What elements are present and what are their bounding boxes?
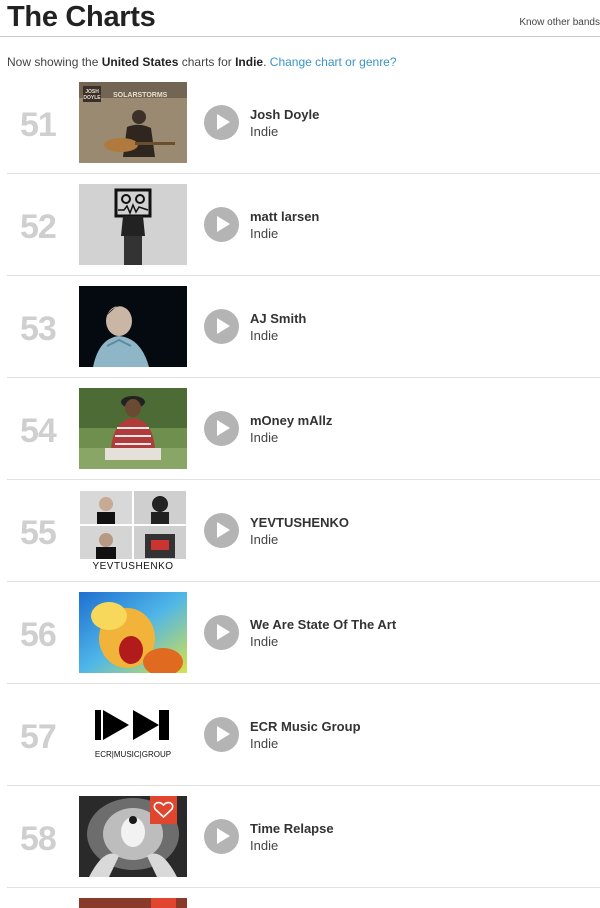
chart-list: 51 JOSH DOYLE SOLARSTORMS Josh Doyle Ind…	[7, 72, 600, 888]
play-button[interactable]	[204, 717, 239, 752]
artist-genre: Indie	[250, 226, 279, 241]
chart-row: 57 ECR|MUSIC|GROUP ECR Music Group Indie	[7, 684, 600, 786]
artist-genre: Indie	[250, 736, 279, 751]
know-other-bands-link[interactable]: Know other bands	[519, 17, 600, 28]
rank-number: 58	[20, 820, 57, 858]
thumb-text: ECR|MUSIC|GROUP	[95, 750, 171, 759]
artist-name[interactable]: We Are State Of The Art	[250, 617, 396, 632]
artist-thumbnail[interactable]: ECR|MUSIC|GROUP	[79, 694, 187, 775]
artist-thumbnail[interactable]	[79, 286, 187, 367]
artist-genre: Indie	[250, 634, 279, 649]
play-button[interactable]	[204, 513, 239, 548]
chart-row: 51 JOSH DOYLE SOLARSTORMS Josh Doyle Ind…	[7, 72, 600, 174]
chart-row: 54 mOney mAllz Indie	[7, 378, 600, 480]
genre-label: Indie	[235, 55, 264, 69]
play-button[interactable]	[204, 207, 239, 242]
artist-thumbnail[interactable]	[79, 592, 187, 673]
artist-genre: Indie	[250, 838, 279, 853]
artist-thumbnail[interactable]	[79, 388, 187, 469]
artist-thumbnail[interactable]: JOSH DOYLE SOLARSTORMS	[79, 82, 187, 163]
chart-row: 56 We Are State Of The Art Indie	[7, 582, 600, 684]
rank-number: 54	[20, 412, 57, 450]
artist-genre: Indie	[250, 430, 279, 445]
artist-genre: Indie	[250, 328, 279, 343]
play-button[interactable]	[204, 105, 239, 140]
artist-name[interactable]: AJ Smith	[250, 311, 306, 326]
play-button[interactable]	[204, 309, 239, 344]
artist-thumbnail[interactable]	[79, 796, 187, 877]
artist-genre: Indie	[250, 532, 279, 547]
subline-dot: .	[263, 55, 270, 69]
artist-name[interactable]: Josh Doyle	[250, 107, 319, 122]
artist-thumbnail[interactable]	[79, 184, 187, 265]
chart-row: 53 AJ Smith Indie	[7, 276, 600, 378]
country-label: United States	[101, 55, 179, 69]
next-artist-thumbnail-partial[interactable]	[79, 898, 187, 908]
rank-number: 52	[20, 208, 57, 246]
play-button[interactable]	[204, 819, 239, 854]
artist-name[interactable]: mOney mAllz	[250, 413, 332, 428]
thumb-text: SOLARSTORMS	[113, 92, 168, 99]
rank-number: 53	[20, 310, 57, 348]
thumb-text: YEVTUSHENKO	[92, 561, 173, 571]
rank-number: 55	[20, 514, 57, 552]
heart-icon[interactable]	[151, 898, 176, 908]
play-button[interactable]	[204, 615, 239, 650]
rank-number: 57	[20, 718, 57, 756]
chart-description: Now showing the United States charts for…	[7, 55, 397, 69]
chart-row: 58 Time Relapse Indie	[7, 786, 600, 888]
subline-middle: charts for	[178, 55, 236, 69]
change-chart-link[interactable]: Change chart or genre?	[270, 55, 397, 69]
subline-prefix: Now showing the	[7, 55, 102, 69]
page-header: The Charts Know other bands	[0, 0, 600, 37]
rank-number: 51	[20, 106, 57, 144]
artist-genre: Indie	[250, 124, 279, 139]
artist-name[interactable]: Time Relapse	[250, 821, 334, 836]
chart-row: 55 YEVTUSHENKO YEVTUSHENKO Indie	[7, 480, 600, 582]
play-button[interactable]	[204, 411, 239, 446]
thumb-text: DOYLE	[83, 95, 101, 101]
artist-name[interactable]: YEVTUSHENKO	[250, 515, 349, 530]
artist-thumbnail[interactable]: YEVTUSHENKO	[79, 490, 187, 571]
page-title: The Charts	[7, 1, 156, 33]
artist-name[interactable]: matt larsen	[250, 209, 319, 224]
rank-number: 56	[20, 616, 57, 654]
chart-row: 52 matt larsen Indie	[7, 174, 600, 276]
artist-name[interactable]: ECR Music Group	[250, 719, 361, 734]
